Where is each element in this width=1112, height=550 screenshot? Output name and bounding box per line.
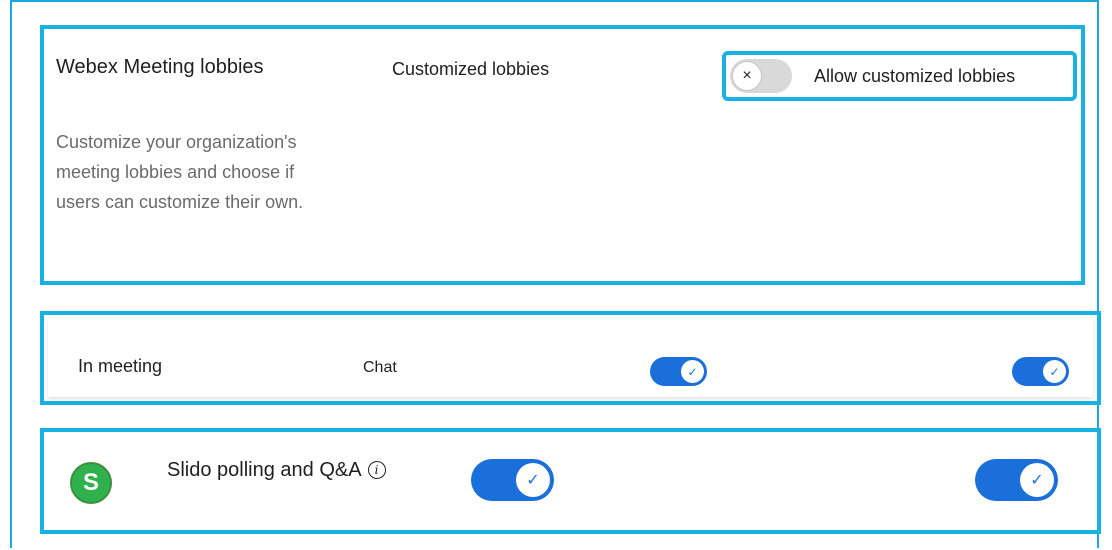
chat-toggle-1[interactable]: ✓ xyxy=(650,357,707,386)
check-icon: ✓ xyxy=(1020,463,1054,497)
allow-customized-lobbies-toggle[interactable]: × xyxy=(730,59,792,93)
info-icon[interactable]: i xyxy=(367,461,386,479)
check-icon: ✓ xyxy=(681,360,704,383)
slido-title-text: Slido polling and Q&A xyxy=(167,459,362,481)
slido-logo-icon: S xyxy=(70,462,112,504)
in-meeting-row: In meeting Chat ✓ ✓ xyxy=(48,319,1093,397)
check-icon: ✓ xyxy=(1043,360,1066,383)
slido-toggle-1[interactable]: ✓ xyxy=(471,459,554,501)
slido-toggle-2[interactable]: ✓ xyxy=(975,459,1058,501)
lobbies-title: Webex Meeting lobbies xyxy=(56,56,264,78)
chat-toggle-2[interactable]: ✓ xyxy=(1012,357,1069,386)
check-icon: ✓ xyxy=(516,463,550,497)
in-meeting-title: In meeting xyxy=(78,356,163,376)
in-meeting-section: In meeting Chat ✓ ✓ xyxy=(40,311,1101,405)
lobbies-description: Customize your organization's meeting lo… xyxy=(56,132,304,212)
chat-label: Chat xyxy=(363,359,397,376)
x-icon: × xyxy=(732,61,762,91)
allow-customized-lobbies-label: Allow customized lobbies xyxy=(814,65,1016,86)
lobbies-section: Webex Meeting lobbies Customize your org… xyxy=(40,25,1085,285)
allow-customized-lobbies-control: × Allow customized lobbies xyxy=(722,51,1077,101)
customized-lobbies-label: Customized lobbies xyxy=(392,59,550,79)
slido-title: Slido polling and Q&A i xyxy=(167,454,407,486)
slido-section: S Slido polling and Q&A i ✓ ✓ xyxy=(40,428,1101,534)
settings-page: Webex Meeting lobbies Customize your org… xyxy=(0,0,1112,550)
